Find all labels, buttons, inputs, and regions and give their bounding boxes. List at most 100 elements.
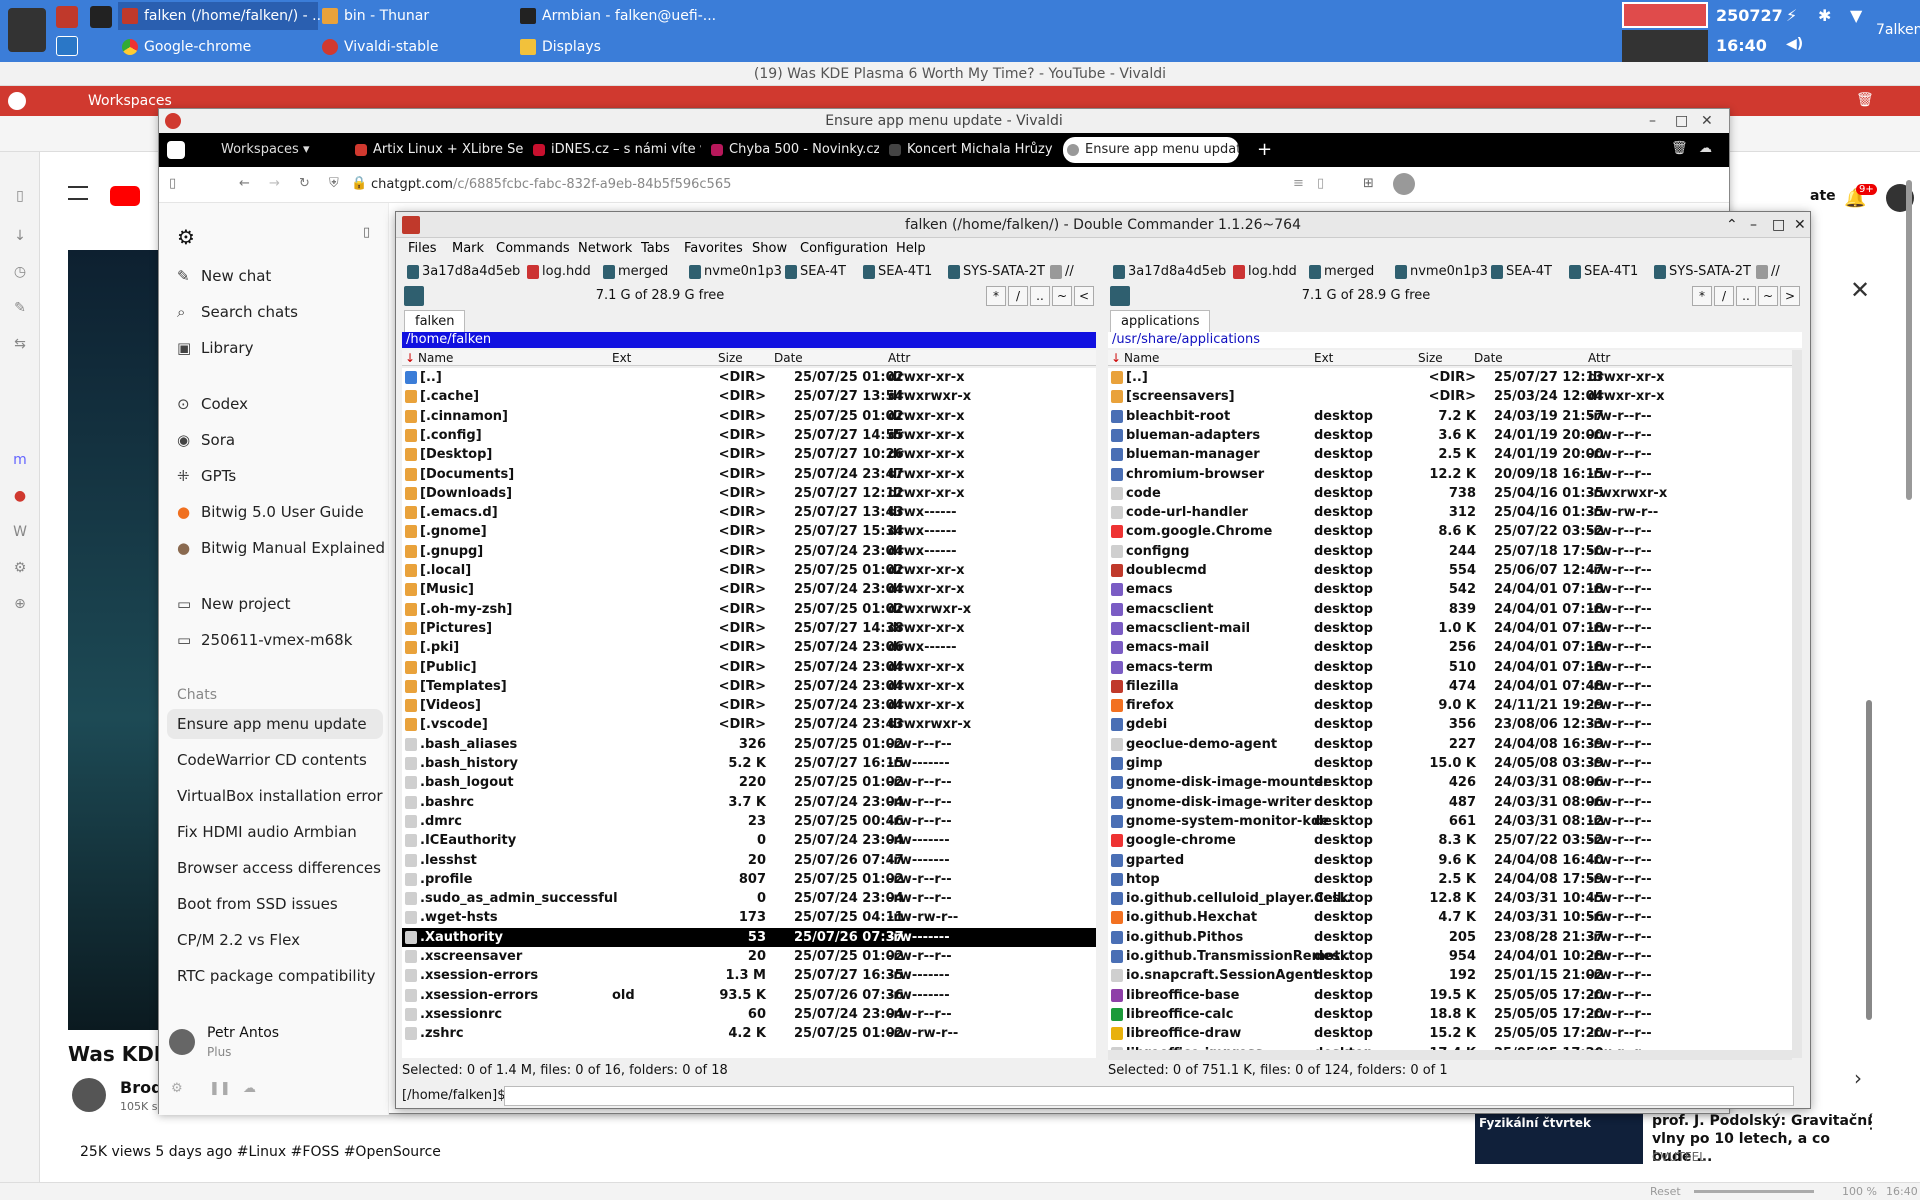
- file-row[interactable]: [Public] <DIR> 25/07/24 23:04 drwxr-xr-x: [402, 658, 1096, 677]
- file-row[interactable]: io.github.celluloid_player.Cell.. desktop…: [1108, 889, 1802, 908]
- drive-button[interactable]: nvme0n1p3: [686, 262, 782, 282]
- file-row[interactable]: [.gnome] <DIR> 25/07/27 15:34 drwx------: [402, 522, 1096, 541]
- column-attr[interactable]: Attr: [1588, 350, 1610, 366]
- sidebar-item-gpts[interactable]: ⁜ GPTs: [177, 467, 236, 485]
- settings-icon[interactable]: ⚙: [171, 1081, 183, 1096]
- update-label[interactable]: ate: [1810, 188, 1836, 204]
- minimize-icon[interactable]: –: [1750, 212, 1757, 238]
- nav-root-button[interactable]: *: [986, 286, 1006, 306]
- terminal-launcher-icon[interactable]: [90, 6, 112, 28]
- file-row[interactable]: emacs-mail desktop 256 24/04/01 07:18 -rw-r-…: [1108, 638, 1802, 657]
- cloud-icon[interactable]: ☁: [243, 1081, 256, 1096]
- drive-button[interactable]: 3a17d8a4d5eb: [1110, 262, 1226, 282]
- file-row[interactable]: .xsession-errors old 93.5 K 25/07/26 07:36-…: [402, 986, 1096, 1005]
- sidebar-item-bitwig-manual[interactable]: ● Bitwig Manual Explained: [177, 539, 385, 557]
- sidebar-item-new-chat[interactable]: ✎ New chat: [177, 267, 271, 285]
- column-ext[interactable]: Ext: [612, 350, 631, 366]
- double-commander-icon[interactable]: [402, 216, 420, 234]
- horizontal-scrollbar[interactable]: [1108, 1050, 1792, 1060]
- file-row[interactable]: code-url-handler desktop 312 25/04/16 01:35…: [1108, 503, 1802, 522]
- column-size[interactable]: Size: [718, 350, 743, 366]
- right-path[interactable]: /usr/share/applications: [1108, 332, 1802, 348]
- tray-red-indicator[interactable]: [1622, 2, 1708, 28]
- file-row[interactable]: io.snapcraft.SessionAgent desktop 192 25/01…: [1108, 966, 1802, 985]
- page-scrollbar[interactable]: [1906, 180, 1912, 500]
- sidebar-toggle-icon[interactable]: ▯: [363, 225, 370, 240]
- file-row[interactable]: [Music] <DIR> 25/07/24 23:04 drwxr-xr-x: [402, 580, 1096, 599]
- file-row[interactable]: .bash_history 5.2 K 25/07/27 16:15 -rw-----…: [402, 754, 1096, 773]
- extensions-icon[interactable]: ⊞: [1363, 176, 1374, 191]
- drive-button[interactable]: //: [1753, 262, 1780, 282]
- file-row[interactable]: [.cache] <DIR> 25/07/27 13:54 drwxrwxr-x: [402, 387, 1096, 406]
- drive-button[interactable]: SEA-4T1: [860, 262, 932, 282]
- file-row[interactable]: blueman-adapters desktop 3.6 K 24/01/19 20:…: [1108, 426, 1802, 445]
- user-label[interactable]: 7alkens: [1876, 22, 1920, 38]
- file-row[interactable]: [screensavers] <DIR> 25/03/24 12:04 drwxr-x…: [1108, 387, 1802, 406]
- file-row[interactable]: .sudo_as_admin_successful 0 25/07/24 23:04…: [402, 889, 1096, 908]
- profile-icon[interactable]: [1393, 173, 1415, 195]
- sidebar-item-codex[interactable]: ⊙ Codex: [177, 395, 248, 413]
- drive-select-button[interactable]: [404, 286, 424, 306]
- file-row[interactable]: [.pki] <DIR> 25/07/24 23:06 drwx------: [402, 638, 1096, 657]
- file-row[interactable]: .dmrc 23 25/07/25 00:46 -rw-r--r--: [402, 812, 1096, 831]
- drive-button[interactable]: 3a17d8a4d5eb: [404, 262, 520, 282]
- settings-icon[interactable]: ⚙: [12, 560, 28, 576]
- file-row[interactable]: io.github.TransmissionRemot.. desktop 954 2…: [1108, 947, 1802, 966]
- sidebar-item-bitwig-guide[interactable]: ● Bitwig 5.0 User Guide: [177, 503, 364, 521]
- file-row[interactable]: doublecmd desktop 554 25/06/07 12:47 -rw-r--…: [1108, 561, 1802, 580]
- file-row[interactable]: geoclue-demo-agent desktop 227 24/04/08 16:…: [1108, 735, 1802, 754]
- file-row[interactable]: configng desktop 244 25/07/18 17:50 -rw-r--r…: [1108, 542, 1802, 561]
- column-attr[interactable]: Attr: [888, 350, 910, 366]
- avatar[interactable]: [72, 1078, 106, 1112]
- reset-label[interactable]: Reset: [1650, 1185, 1681, 1198]
- sidebar-item-library[interactable]: ▣ Library: [177, 339, 253, 357]
- drive-button[interactable]: SEA-4T: [782, 262, 846, 282]
- file-row[interactable]: [.config] <DIR> 25/07/27 14:55 drwxr-xr-x: [402, 426, 1096, 445]
- file-row[interactable]: libreoffice-calc desktop 18.8 K 25/05/05 17…: [1108, 1005, 1802, 1024]
- file-row[interactable]: [.local] <DIR> 25/07/25 01:02 drwxr-xr-x: [402, 561, 1096, 580]
- file-row[interactable]: gnome-disk-image-writer desktop 487 24/03/3…: [1108, 793, 1802, 812]
- nav-forward-button[interactable]: >: [1780, 286, 1800, 306]
- file-row[interactable]: [..] <DIR> 25/07/27 12:13 drwxr-xr-x: [1108, 368, 1802, 387]
- sidebar-item-sora[interactable]: ◉ Sora: [177, 431, 235, 449]
- hamburger-icon[interactable]: [68, 186, 88, 200]
- column-name[interactable]: Name: [1124, 350, 1159, 366]
- tab-artix[interactable]: Artix Linux + XLibre Serv...: [351, 137, 523, 163]
- maximize-icon[interactable]: □: [1772, 212, 1785, 238]
- minimize-icon[interactable]: –: [1649, 109, 1656, 133]
- vivaldi-menu-icon[interactable]: [167, 141, 185, 159]
- power-icon[interactable]: ⚡: [1786, 6, 1797, 25]
- left-path[interactable]: /home/falken: [402, 332, 1096, 348]
- file-row[interactable]: io.github.Hexchat desktop 4.7 K 24/03/31 10…: [1108, 908, 1802, 927]
- menu-tabs[interactable]: Tabs: [641, 241, 670, 256]
- menu-show[interactable]: Show: [752, 241, 787, 256]
- file-row[interactable]: [.cinnamon] <DIR> 25/07/25 01:02 drwxr-xr-x: [402, 407, 1096, 426]
- zoom-level[interactable]: 100 %: [1842, 1185, 1877, 1198]
- clock-label[interactable]: 16:40: [1716, 36, 1767, 55]
- shield-icon[interactable]: ⛨: [329, 176, 339, 191]
- notes-icon[interactable]: ✎: [12, 300, 28, 316]
- file-row[interactable]: emacs-term desktop 510 24/04/01 07:18 -rw-r-…: [1108, 658, 1802, 677]
- menu-help[interactable]: Help: [896, 241, 926, 256]
- file-row[interactable]: libreoffice-draw desktop 15.2 K 25/05/05 17…: [1108, 1024, 1802, 1043]
- file-row[interactable]: [Pictures] <DIR> 25/07/27 14:38 drwxr-xr-x: [402, 619, 1096, 638]
- file-row[interactable]: gnome-system-monitor-kde desktop 661 24/03/…: [1108, 812, 1802, 831]
- menu-commands[interactable]: Commands: [496, 241, 570, 256]
- file-row[interactable]: [.gnupg] <DIR> 25/07/24 23:04 drwx------: [402, 542, 1096, 561]
- file-row[interactable]: blueman-manager desktop 2.5 K 24/01/19 20:0…: [1108, 445, 1802, 464]
- file-row[interactable]: emacsclient-mail desktop 1.0 K 24/04/01 07:…: [1108, 619, 1802, 638]
- drive-select-button[interactable]: [1110, 286, 1130, 306]
- wikipedia-icon[interactable]: W: [12, 524, 28, 540]
- close-icon[interactable]: ✕: [1850, 276, 1870, 304]
- sync-icon[interactable]: ☁: [1699, 141, 1712, 156]
- trash-icon[interactable]: 🗑: [1671, 141, 1688, 156]
- task-google-chrome[interactable]: Google-chrome: [118, 33, 318, 61]
- drive-button[interactable]: merged: [600, 262, 668, 282]
- file-row[interactable]: bleachbit-root desktop 7.2 K 24/03/19 21:57…: [1108, 407, 1802, 426]
- tab-falken[interactable]: falken: [404, 310, 466, 332]
- trash-icon[interactable]: 🗑: [1856, 92, 1874, 108]
- file-row[interactable]: com.google.Chrome desktop 8.6 K 25/07/22 03…: [1108, 522, 1802, 541]
- new-tab-icon[interactable]: +: [1257, 139, 1272, 160]
- nav-slash-button[interactable]: /: [1714, 286, 1734, 306]
- column-date[interactable]: Date: [774, 350, 803, 366]
